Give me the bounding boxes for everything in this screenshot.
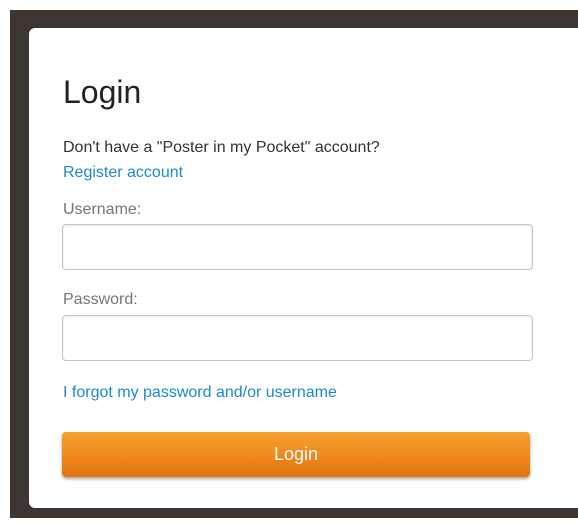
forgot-password-link[interactable]: I forgot my password and/or username bbox=[63, 383, 337, 403]
page-title: Login bbox=[63, 74, 142, 110]
register-prompt-text: Don't have a "Poster in my Pocket" accou… bbox=[63, 139, 380, 156]
login-card: Login Don't have a "Poster in my Pocket"… bbox=[29, 28, 578, 508]
username-input[interactable] bbox=[62, 224, 533, 270]
username-label: Username: bbox=[63, 201, 142, 218]
login-button[interactable]: Login bbox=[62, 432, 530, 477]
password-input[interactable] bbox=[62, 315, 533, 361]
register-prompt: Don't have a "Poster in my Pocket" accou… bbox=[63, 135, 423, 185]
register-account-link[interactable]: Register account bbox=[63, 164, 183, 181]
page-frame: Login Don't have a "Poster in my Pocket"… bbox=[0, 0, 578, 524]
password-label: Password: bbox=[63, 291, 138, 308]
